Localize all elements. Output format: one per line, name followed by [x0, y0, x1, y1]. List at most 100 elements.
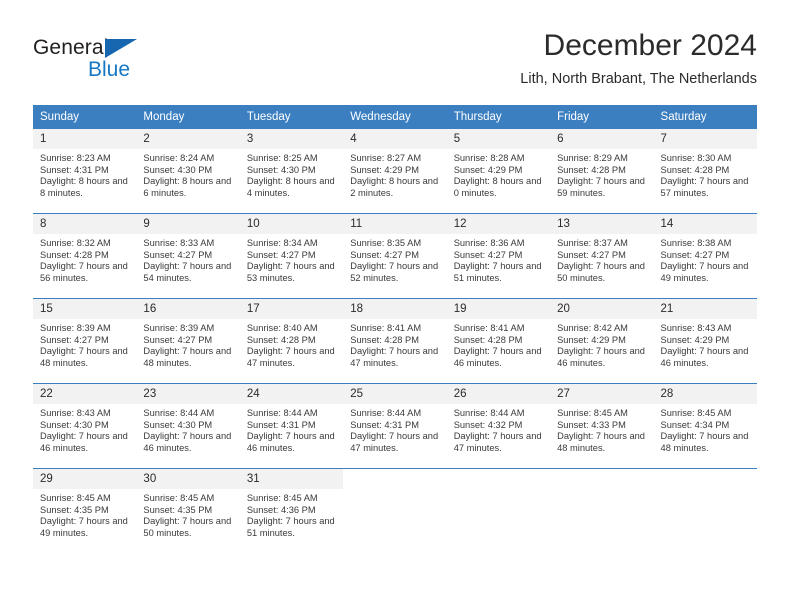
- sunrise-text: Sunrise: 8:23 AM: [40, 153, 111, 163]
- day-number: 22: [33, 384, 137, 404]
- weekday-header-row: Sunday Monday Tuesday Wednesday Thursday Frid…: [33, 105, 757, 129]
- calendar-day-cell[interactable]: 4 Sunrise: 8:27 AM Sunset: 4:29 PM Daylight…: [343, 129, 447, 214]
- calendar-day-cell[interactable]: 22 Sunrise: 8:43 AM Sunset: 4:30 PM Dayligh…: [33, 383, 137, 469]
- day-details: Sunrise: 8:44 AM Sunset: 4:31 PM Daylight:…: [240, 404, 343, 454]
- daylight-text: Daylight: 7 hours and 46 minutes.: [660, 346, 749, 368]
- sunrise-text: Sunrise: 8:41 AM: [350, 323, 422, 333]
- calendar-day-cell[interactable]: 19 Sunrise: 8:41 AM Sunset: 4:28 PM Dayligh…: [446, 298, 551, 384]
- sunset-text: Sunset: 4:29 PM: [557, 334, 626, 345]
- daylight-text: Daylight: 7 hours and 51 minutes.: [246, 516, 335, 538]
- daylight-text: Daylight: 7 hours and 54 minutes.: [143, 261, 232, 283]
- sunrise-text: Sunrise: 8:37 AM: [557, 238, 628, 248]
- calendar-day-cell[interactable]: 26 Sunrise: 8:44 AM Sunset: 4:32 PM Dayligh…: [446, 383, 551, 469]
- daylight-text: Daylight: 7 hours and 49 minutes.: [660, 261, 749, 283]
- day-details: Sunrise: 8:44 AM Sunset: 4:32 PM Daylight:…: [447, 404, 550, 454]
- day-cell-inner: 25 Sunrise: 8:44 AM Sunset: 4:31 PM Dayligh…: [343, 384, 447, 468]
- day-details: Sunrise: 8:32 AM Sunset: 4:28 PM Daylight:…: [33, 234, 136, 284]
- calendar-day-cell[interactable]: 21 Sunrise: 8:43 AM Sunset: 4:29 PM Dayligh…: [653, 298, 757, 384]
- day-cell-inner: 30 Sunrise: 8:45 AM Sunset: 4:35 PM Dayligh…: [136, 469, 240, 553]
- day-details: Sunrise: 8:45 AM Sunset: 4:34 PM Daylight:…: [654, 404, 757, 454]
- day-cell-inner: 27 Sunrise: 8:45 AM Sunset: 4:33 PM Dayligh…: [550, 384, 654, 468]
- sunset-text: Sunset: 4:35 PM: [143, 504, 213, 515]
- calendar-day-cell[interactable]: 15 Sunrise: 8:39 AM Sunset: 4:27 PM Dayligh…: [33, 298, 137, 384]
- calendar-day-cell[interactable]: 17 Sunrise: 8:40 AM Sunset: 4:28 PM Dayligh…: [239, 298, 344, 384]
- sunrise-text: Sunrise: 8:36 AM: [453, 238, 525, 248]
- daylight-text: Daylight: 8 hours and 6 minutes.: [143, 176, 232, 198]
- day-details: Sunrise: 8:33 AM Sunset: 4:27 PM Daylight:…: [136, 234, 239, 284]
- day-details: Sunrise: 8:43 AM Sunset: 4:29 PM Daylight:…: [654, 319, 757, 369]
- day-details: Sunrise: 8:27 AM Sunset: 4:29 PM Daylight:…: [343, 149, 446, 199]
- day-cell-inner: 28 Sunrise: 8:45 AM Sunset: 4:34 PM Dayligh…: [653, 384, 757, 468]
- sunrise-text: Sunrise: 8:34 AM: [246, 238, 318, 248]
- calendar-day-cell[interactable]: 18 Sunrise: 8:41 AM Sunset: 4:28 PM Dayligh…: [343, 298, 447, 384]
- calendar-day-cell[interactable]: 27 Sunrise: 8:45 AM Sunset: 4:33 PM Dayligh…: [550, 383, 654, 469]
- weekday-header-friday: Friday: [550, 105, 654, 129]
- day-details: Sunrise: 8:28 AM Sunset: 4:29 PM Daylight:…: [447, 149, 550, 199]
- calendar-day-cell[interactable]: 20 Sunrise: 8:42 AM Sunset: 4:29 PM Dayligh…: [550, 298, 654, 384]
- sunset-text: Sunset: 4:30 PM: [40, 419, 109, 430]
- weekday-header-tuesday: Tuesday: [239, 105, 344, 129]
- day-details: Sunrise: 8:25 AM Sunset: 4:30 PM Daylight:…: [240, 149, 343, 199]
- calendar-day-cell[interactable]: 5 Sunrise: 8:28 AM Sunset: 4:29 PM Daylight…: [446, 129, 551, 214]
- day-number: 26: [446, 384, 551, 404]
- sunset-text: Sunset: 4:27 PM: [453, 249, 523, 260]
- calendar-day-cell[interactable]: 8 Sunrise: 8:32 AM Sunset: 4:28 PM Daylight…: [33, 213, 137, 299]
- sunrise-text: Sunrise: 8:38 AM: [660, 238, 732, 248]
- sunrise-text: Sunrise: 8:44 AM: [453, 408, 525, 418]
- day-cell-inner: 22 Sunrise: 8:43 AM Sunset: 4:30 PM Dayligh…: [33, 384, 137, 468]
- daylight-text: Daylight: 7 hours and 50 minutes.: [143, 516, 232, 538]
- sunset-text: Sunset: 4:28 PM: [350, 334, 419, 345]
- calendar-day-cell[interactable]: 11 Sunrise: 8:35 AM Sunset: 4:27 PM Dayligh…: [343, 213, 447, 299]
- day-number: 11: [343, 214, 447, 234]
- calendar-day-cell[interactable]: 9 Sunrise: 8:33 AM Sunset: 4:27 PM Daylight…: [136, 213, 240, 299]
- general-blue-logo[interactable]: General Blue: [33, 36, 163, 84]
- calendar-day-cell[interactable]: 10 Sunrise: 8:34 AM Sunset: 4:27 PM Dayligh…: [239, 213, 344, 299]
- logo-word-blue: Blue: [88, 58, 131, 81]
- day-cell-inner: [446, 469, 551, 553]
- day-details: Sunrise: 8:34 AM Sunset: 4:27 PM Daylight:…: [240, 234, 343, 284]
- day-number: 4: [343, 129, 447, 149]
- day-details: Sunrise: 8:35 AM Sunset: 4:27 PM Daylight:…: [343, 234, 446, 284]
- sunset-text: Sunset: 4:36 PM: [246, 504, 316, 515]
- calendar-day-cell[interactable]: 12 Sunrise: 8:36 AM Sunset: 4:27 PM Dayligh…: [446, 213, 551, 299]
- daylight-text: Daylight: 8 hours and 0 minutes.: [453, 176, 542, 198]
- day-number: 12: [446, 214, 551, 234]
- sunset-text: Sunset: 4:31 PM: [350, 419, 419, 430]
- day-cell-inner: 14 Sunrise: 8:38 AM Sunset: 4:27 PM Dayligh…: [653, 214, 757, 298]
- calendar-day-cell[interactable]: 7 Sunrise: 8:30 AM Sunset: 4:28 PM Daylight…: [653, 129, 757, 214]
- calendar-day-cell[interactable]: 24 Sunrise: 8:44 AM Sunset: 4:31 PM Dayligh…: [239, 383, 344, 469]
- day-number: 5: [446, 129, 551, 149]
- calendar-day-cell[interactable]: 1 Sunrise: 8:23 AM Sunset: 4:31 PM Daylight…: [33, 129, 137, 214]
- day-details: Sunrise: 8:41 AM Sunset: 4:28 PM Daylight:…: [447, 319, 550, 369]
- calendar-page: General Blue December 2024 Lith, North B…: [0, 0, 792, 612]
- day-cell-inner: 26 Sunrise: 8:44 AM Sunset: 4:32 PM Dayligh…: [446, 384, 551, 468]
- calendar-day-cell[interactable]: 3 Sunrise: 8:25 AM Sunset: 4:30 PM Daylight…: [239, 129, 344, 214]
- calendar-day-cell[interactable]: 29 Sunrise: 8:45 AM Sunset: 4:35 PM Dayligh…: [33, 468, 137, 553]
- day-cell-inner: 12 Sunrise: 8:36 AM Sunset: 4:27 PM Dayligh…: [446, 214, 551, 298]
- calendar-day-cell[interactable]: 13 Sunrise: 8:37 AM Sunset: 4:27 PM Dayligh…: [550, 213, 654, 299]
- day-details: Sunrise: 8:45 AM Sunset: 4:36 PM Daylight:…: [240, 489, 343, 539]
- day-cell-inner: 4 Sunrise: 8:27 AM Sunset: 4:29 PM Daylight…: [343, 129, 447, 213]
- sunrise-text: Sunrise: 8:41 AM: [453, 323, 525, 333]
- calendar-day-cell[interactable]: 23 Sunrise: 8:44 AM Sunset: 4:30 PM Dayligh…: [136, 383, 240, 469]
- day-details: Sunrise: 8:37 AM Sunset: 4:27 PM Daylight:…: [550, 234, 653, 284]
- day-details: Sunrise: 8:39 AM Sunset: 4:27 PM Daylight:…: [136, 319, 239, 369]
- day-cell-inner: 5 Sunrise: 8:28 AM Sunset: 4:29 PM Daylight…: [446, 129, 551, 213]
- sunset-text: Sunset: 4:29 PM: [350, 164, 419, 175]
- calendar-day-cell[interactable]: 31 Sunrise: 8:45 AM Sunset: 4:36 PM Dayligh…: [239, 468, 344, 553]
- day-number: 10: [239, 214, 344, 234]
- calendar-day-cell-empty: [550, 468, 654, 553]
- day-cell-inner: 6 Sunrise: 8:29 AM Sunset: 4:28 PM Daylight…: [550, 129, 654, 213]
- sunset-text: Sunset: 4:30 PM: [246, 164, 316, 175]
- calendar-day-cell[interactable]: 6 Sunrise: 8:29 AM Sunset: 4:28 PM Daylight…: [550, 129, 654, 214]
- daylight-text: Daylight: 7 hours and 47 minutes.: [453, 431, 542, 453]
- calendar-day-cell[interactable]: 2 Sunrise: 8:24 AM Sunset: 4:30 PM Daylight…: [136, 129, 240, 214]
- calendar-day-cell[interactable]: 30 Sunrise: 8:45 AM Sunset: 4:35 PM Dayligh…: [136, 468, 240, 553]
- sunrise-text: Sunrise: 8:43 AM: [660, 323, 732, 333]
- calendar-day-cell[interactable]: 28 Sunrise: 8:45 AM Sunset: 4:34 PM Dayligh…: [653, 383, 757, 469]
- calendar-day-cell[interactable]: 14 Sunrise: 8:38 AM Sunset: 4:27 PM Dayligh…: [653, 213, 757, 299]
- calendar-day-cell[interactable]: 25 Sunrise: 8:44 AM Sunset: 4:31 PM Dayligh…: [343, 383, 447, 469]
- calendar-day-cell[interactable]: 16 Sunrise: 8:39 AM Sunset: 4:27 PM Dayligh…: [136, 298, 240, 384]
- day-details: Sunrise: 8:44 AM Sunset: 4:30 PM Daylight:…: [136, 404, 239, 454]
- daylight-text: Daylight: 7 hours and 57 minutes.: [660, 176, 749, 198]
